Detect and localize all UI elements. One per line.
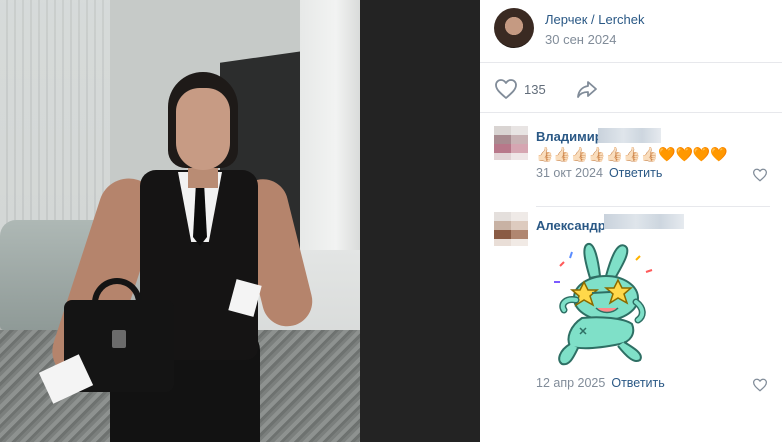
author-name-link[interactable]: Лерчек / Lerchek <box>545 12 644 27</box>
viewer-dark-area[interactable] <box>360 0 480 442</box>
comment-heart-icon[interactable] <box>752 378 768 392</box>
post-header: Лерчек / Lerchek 30 сен 2024 <box>480 0 782 62</box>
commenter-avatar[interactable] <box>494 126 528 160</box>
commenter-surname-blur <box>604 214 684 229</box>
post-date[interactable]: 30 сен 2024 <box>545 32 617 47</box>
reply-button[interactable]: Ответить <box>611 376 664 390</box>
comment-meta: 12 апр 2025 Ответить <box>536 376 665 390</box>
comment-heart-icon[interactable] <box>752 168 768 182</box>
photo-person-face <box>176 88 230 170</box>
like-count[interactable]: 135 <box>524 82 546 97</box>
commenter-name-link[interactable]: Александр <box>536 218 606 233</box>
comment-text: 👍🏻👍🏻👍🏻👍🏻👍🏻👍🏻👍🏻🧡🧡🧡🧡 <box>536 146 728 162</box>
header-divider <box>480 62 782 63</box>
bunny-sticker[interactable] <box>540 238 660 370</box>
actions-divider <box>480 112 782 113</box>
reply-button[interactable]: Ответить <box>609 166 662 180</box>
comment-date[interactable]: 31 окт 2024 <box>536 166 603 180</box>
comment-item: Александр 12 апр 2025 Ответить <box>480 206 782 442</box>
author-avatar[interactable] <box>494 8 534 48</box>
comment-item: Владимир 👍🏻👍🏻👍🏻👍🏻👍🏻👍🏻👍🏻🧡🧡🧡🧡 31 окт 2024 О… <box>480 120 782 200</box>
commenter-name-link[interactable]: Владимир <box>536 129 603 144</box>
post-side-panel: Лерчек / Lerchek 30 сен 2024 135 Владими… <box>480 0 782 442</box>
post-actions: 135 <box>480 70 782 110</box>
post-photo[interactable] <box>0 0 360 442</box>
commenter-avatar[interactable] <box>494 212 528 246</box>
comment-meta: 31 окт 2024 Ответить <box>536 166 662 180</box>
heart-icon[interactable] <box>494 78 518 100</box>
share-icon[interactable] <box>575 78 599 100</box>
commenter-surname-blur <box>598 128 661 143</box>
comment-date[interactable]: 12 апр 2025 <box>536 376 605 390</box>
photo-bag-lock <box>112 330 126 348</box>
